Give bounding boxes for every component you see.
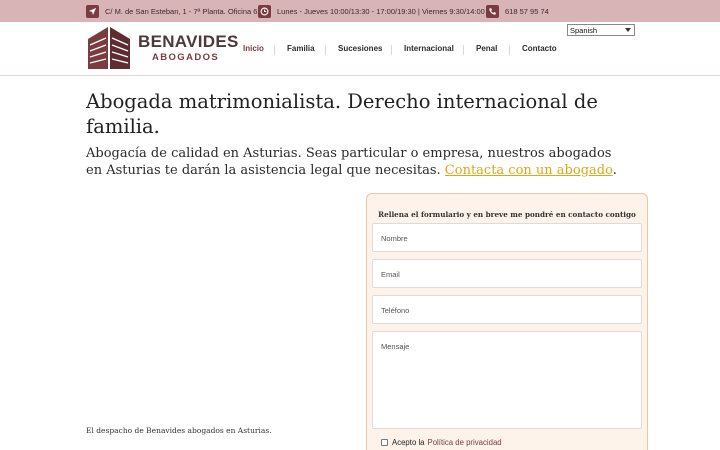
nav-divider <box>463 45 464 55</box>
lead-paragraph: Abogacía de calidad en Asturias. Seas pa… <box>86 145 626 179</box>
nav-contacto[interactable]: Contacto <box>522 44 557 53</box>
logo-subtitle: ABOGADOS <box>152 52 220 64</box>
name-field[interactable]: Nombre <box>372 223 642 252</box>
chevron-down-icon <box>625 28 631 32</box>
page-title: Abogada matrimonialista. Derecho interna… <box>86 90 598 138</box>
language-value: Spanish <box>570 25 598 35</box>
site-header: BENAVIDES ABOGADOS Inicio Familia Sucesi… <box>0 22 720 76</box>
nav-internacional[interactable]: Internacional <box>404 44 454 53</box>
privacy-checkbox[interactable] <box>381 439 388 446</box>
name-placeholder: Nombre <box>381 234 408 243</box>
office-caption: El despacho de Benavides abogados en Ast… <box>86 426 272 435</box>
email-placeholder: Email <box>381 270 400 279</box>
top-info-bar: C/ M. de San Esteban, 1 - 7ª Planta. Ofi… <box>0 0 720 22</box>
privacy-consent: Acepto la Política de privacidad <box>381 438 502 447</box>
phone-text[interactable]: 618 57 95 74 <box>505 7 549 16</box>
contact-form: Rellena el formulario y en breve me pond… <box>366 193 648 450</box>
phone-icon <box>486 4 499 18</box>
nav-penal[interactable]: Penal <box>476 44 497 53</box>
email-field[interactable]: Email <box>372 259 642 288</box>
nav-sucesiones[interactable]: Sucesiones <box>338 44 382 53</box>
nav-divider <box>274 45 275 55</box>
message-placeholder: Mensaje <box>381 342 410 351</box>
nav-divider <box>391 45 392 55</box>
location-arrow-icon <box>86 4 99 18</box>
nav-familia[interactable]: Familia <box>287 44 315 53</box>
form-title: Rellena el formulario y en breve me pond… <box>378 210 636 219</box>
building-logo-icon <box>86 25 132 71</box>
contact-lawyer-link[interactable]: Contacta con un abogado <box>445 163 613 178</box>
privacy-policy-link[interactable]: Política de privacidad <box>428 438 502 447</box>
language-select[interactable]: Spanish <box>567 24 635 36</box>
clock-icon <box>258 4 271 18</box>
nav-divider <box>325 45 326 55</box>
message-field[interactable]: Mensaje <box>372 331 642 429</box>
phone-placeholder: Teléfono <box>381 306 410 315</box>
phone-field[interactable]: Teléfono <box>372 295 642 324</box>
nav-inicio[interactable]: Inicio <box>243 44 264 53</box>
logo-title: BENAVIDES <box>138 32 239 52</box>
nav-divider <box>509 45 510 55</box>
address-text: C/ M. de San Esteban, 1 - 7ª Planta. Ofi… <box>105 6 258 16</box>
hours-text: Lunes - Jueves 10:00/13:30 - 17:00/19:30… <box>277 6 485 16</box>
address-item: C/ M. de San Esteban, 1 - 7ª Planta. Ofi… <box>86 4 257 18</box>
site-logo[interactable]: BENAVIDES ABOGADOS <box>86 25 239 71</box>
lead-end: . <box>612 163 617 178</box>
consent-text: Acepto la <box>392 438 425 447</box>
hours-item: Lunes - Jueves 10:00/13:30 - 17:00/19:30… <box>258 4 485 18</box>
phone-item[interactable]: 618 57 95 74 <box>486 4 549 18</box>
